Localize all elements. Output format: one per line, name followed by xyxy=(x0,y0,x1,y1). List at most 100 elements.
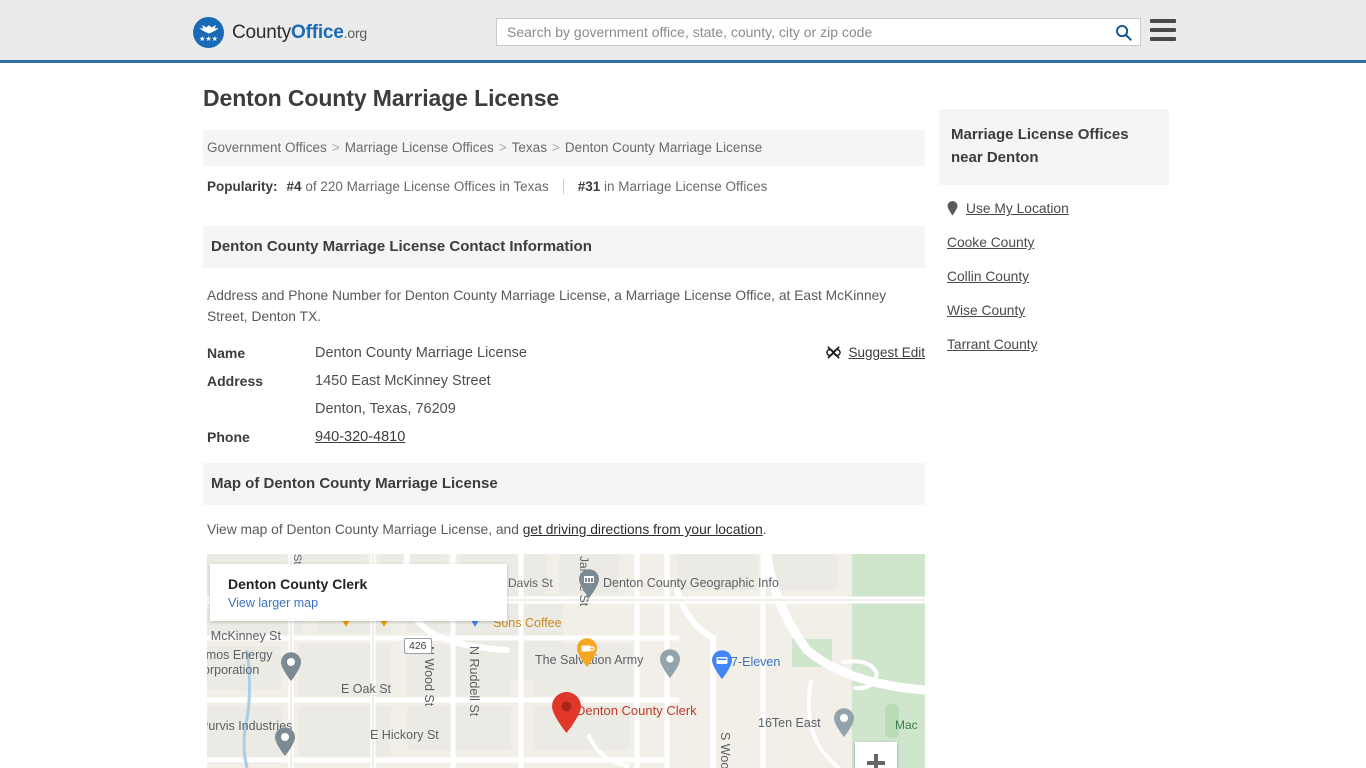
sidebar-item-label: Wise County xyxy=(947,303,1026,318)
suggest-edit-icon xyxy=(826,346,842,359)
driving-directions-link[interactable]: get driving directions from your locatio… xyxy=(523,522,763,537)
map-label-16ten-east: 16Ten East xyxy=(758,716,821,730)
contact-row-address: Address 1450 East McKinney Street xyxy=(207,373,925,389)
contact-section-heading: Denton County Marriage License Contact I… xyxy=(203,226,925,268)
map-section-heading: Map of Denton County Marriage License xyxy=(203,463,925,505)
search-button[interactable] xyxy=(1106,19,1140,45)
map-label-davis-st: Davis St xyxy=(508,576,553,590)
hamburger-bar xyxy=(1150,37,1176,41)
breadcrumb-item-marriage-license-offices[interactable]: Marriage License Offices xyxy=(345,140,494,155)
sidebar: Marriage License Offices near Denton Use… xyxy=(939,109,1169,371)
map-label-mac: Mac xyxy=(895,718,918,732)
hamburger-bar xyxy=(1150,28,1176,32)
contact-key-blank xyxy=(207,401,315,417)
map-label-7-eleven: 7-Eleven xyxy=(731,655,781,669)
sidebar-item-wise-county[interactable]: Wise County xyxy=(947,303,1169,318)
map-pin-16ten-east[interactable] xyxy=(833,708,855,738)
map-route-shield-426: 426 xyxy=(404,638,432,654)
map-pin-denton-county-geographic-info[interactable] xyxy=(578,569,600,599)
map-pin-salvation-army[interactable] xyxy=(659,649,681,679)
map-label-e-mckinney-st: E McKinney St xyxy=(207,629,281,643)
sidebar-links: Use My Location Cooke County Collin Coun… xyxy=(939,185,1169,352)
map-label-n-wood-st: N Wood St xyxy=(422,646,436,707)
logo-text-office: Office xyxy=(291,21,344,43)
map-desc-before: View map of Denton County Marriage Licen… xyxy=(207,522,523,537)
map-label-e-hickory-st: E Hickory St xyxy=(370,728,439,742)
breadcrumb-item-texas[interactable]: Texas xyxy=(512,140,547,155)
map-pin-7-eleven[interactable] xyxy=(711,650,733,680)
map-pin-sons-coffee[interactable] xyxy=(576,638,598,668)
map-pin-purvis-industries[interactable] xyxy=(274,727,296,757)
popularity-divider xyxy=(562,179,564,194)
popularity-national-rank: #31 xyxy=(577,179,601,194)
sidebar-heading: Marriage License Offices near Denton xyxy=(939,109,1169,185)
popularity-state-rank: #4 xyxy=(286,179,302,194)
suggest-edit-label: Suggest Edit xyxy=(848,345,925,360)
breadcrumb-item-current[interactable]: Denton County Marriage License xyxy=(565,140,762,155)
contact-value-address-line1: 1450 East McKinney Street xyxy=(315,373,491,389)
map-label-e-oak-st: E Oak St xyxy=(341,682,392,696)
plus-icon xyxy=(867,754,885,768)
map-label-street-vertical: St xyxy=(291,554,303,565)
map-marker-denton-county-clerk[interactable] xyxy=(551,692,582,734)
contact-value-phone: 940-320-4810 xyxy=(315,429,405,445)
map-pin-atmos-energy[interactable] xyxy=(280,652,302,682)
popularity-row: Popularity: #4 of 220 Marriage License Of… xyxy=(203,166,925,208)
stars-glyph: ★★★ xyxy=(199,36,218,43)
map-label-denton-county-clerk: Denton County Clerk xyxy=(576,703,697,718)
search-input[interactable] xyxy=(497,19,1106,45)
sidebar-item-collin-county[interactable]: Collin County xyxy=(947,269,1169,284)
search-bar[interactable] xyxy=(496,18,1141,46)
site-header: ★★★ CountyOffice.org xyxy=(0,0,1366,63)
hamburger-bar xyxy=(1150,19,1176,23)
logo-text-county: County xyxy=(232,21,292,43)
map-label-s-wood-st: S Wood St xyxy=(718,732,732,768)
contact-key-address: Address xyxy=(207,373,264,389)
breadcrumb-item-government-offices[interactable]: Government Offices xyxy=(207,140,327,155)
map-desc-after: . xyxy=(762,522,767,537)
map-label-denton-county-geographic-info: Denton County Geographic Info xyxy=(603,576,779,590)
map-section-description: View map of Denton County Marriage Licen… xyxy=(203,505,925,537)
breadcrumb: Government Offices > Marriage License Offi… xyxy=(203,130,925,166)
search-icon xyxy=(1115,24,1132,41)
contact-key-phone: Phone xyxy=(207,429,250,445)
page-title: Denton County Marriage License xyxy=(203,85,560,111)
contact-info-table: Suggest Edit Name Denton County Marriage… xyxy=(207,345,925,445)
contact-key-name: Name xyxy=(207,345,246,361)
breadcrumb-separator: > xyxy=(498,140,507,155)
sidebar-item-tarrant-county[interactable]: Tarrant County xyxy=(947,337,1169,352)
hamburger-menu-icon[interactable] xyxy=(1150,19,1176,41)
sidebar-item-cooke-county[interactable]: Cooke County xyxy=(947,235,1169,250)
popularity-label: Popularity: xyxy=(207,179,278,194)
map-pin-icon xyxy=(947,201,958,216)
eagle-seal-icon: ★★★ xyxy=(193,17,224,48)
contact-section-description: Address and Phone Number for Denton Coun… xyxy=(207,288,887,324)
contact-value-address-line2: Denton, Texas, 76209 xyxy=(315,401,456,417)
main-content: Denton County Marriage License Governmen… xyxy=(203,85,925,768)
logo-wordmark: CountyOffice.org xyxy=(232,22,367,44)
contact-row-phone: Phone 940-320-4810 xyxy=(207,429,925,445)
view-larger-map-link[interactable]: View larger map xyxy=(228,596,493,610)
contact-row-name: Name Denton County Marriage License xyxy=(207,345,925,361)
sidebar-item-label: Collin County xyxy=(947,269,1030,284)
phone-link[interactable]: 940-320-4810 xyxy=(315,429,405,445)
popularity-national-text: in Marriage License Offices xyxy=(604,179,768,194)
map-embed[interactable]: Denton County Clerk View larger map Dent… xyxy=(207,554,925,768)
logo-text-org: .org xyxy=(343,24,368,41)
site-logo[interactable]: ★★★ CountyOffice.org xyxy=(193,17,367,48)
breadcrumb-separator: > xyxy=(551,140,560,155)
map-info-card: Denton County Clerk View larger map xyxy=(210,564,507,621)
map-label-n-ruddell-st: N Ruddell St xyxy=(467,646,481,717)
map-label-atmos-energy: Atmos Energy Corporation xyxy=(207,648,273,677)
contact-value-name: Denton County Marriage License xyxy=(315,345,527,361)
popularity-state-text: of 220 Marriage License Offices in Texas xyxy=(305,179,549,194)
contact-row-address-line2: Denton, Texas, 76209 xyxy=(207,401,925,417)
breadcrumb-separator: > xyxy=(331,140,340,155)
sidebar-item-label: Cooke County xyxy=(947,235,1035,250)
sidebar-item-use-my-location[interactable]: Use My Location xyxy=(947,201,1169,216)
map-zoom-in-button[interactable] xyxy=(855,742,897,768)
suggest-edit-button[interactable]: Suggest Edit xyxy=(826,345,925,360)
sidebar-item-label: Tarrant County xyxy=(947,337,1038,352)
map-card-title: Denton County Clerk xyxy=(228,576,368,592)
sidebar-item-label: Use My Location xyxy=(966,201,1069,216)
